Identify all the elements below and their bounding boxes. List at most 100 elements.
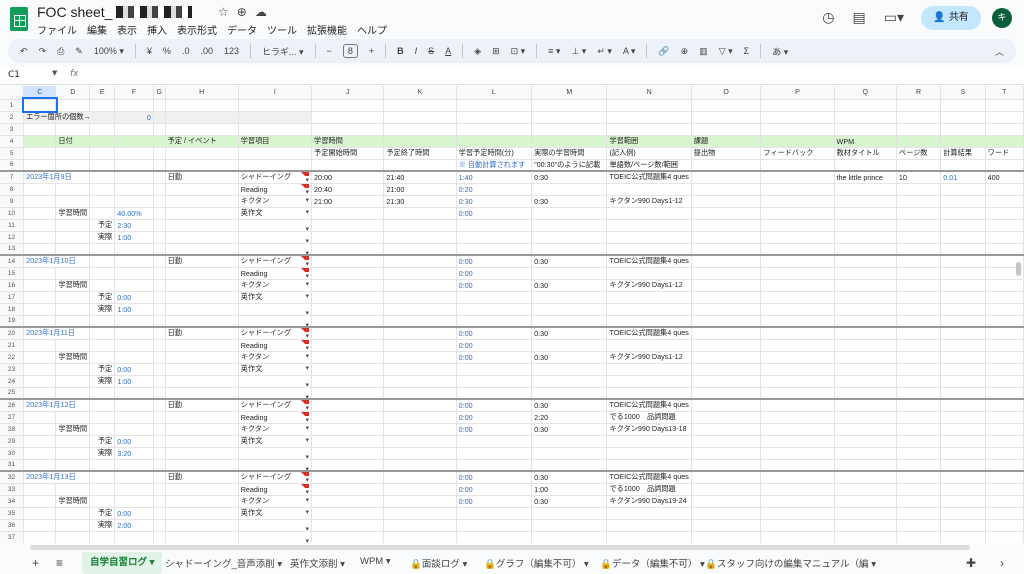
sheet-tab[interactable]: 🔒スタッフ向けの編集マニュアル（編 ▾ <box>705 556 876 570</box>
cell[interactable] <box>691 99 762 112</box>
cell[interactable] <box>985 219 1024 232</box>
row-header[interactable]: 18 <box>0 303 25 316</box>
cell[interactable] <box>311 483 385 496</box>
cell[interactable] <box>165 507 239 520</box>
sheet-tab[interactable]: 🔒データ（編集不可） ▾ <box>600 556 705 570</box>
cell[interactable] <box>456 243 533 256</box>
cell[interactable] <box>985 315 1024 328</box>
cell[interactable] <box>691 219 762 232</box>
cell[interactable]: TOEIC公式問題集4 ques <box>606 326 692 340</box>
cell[interactable]: 0:00 <box>456 326 533 340</box>
cell[interactable]: the little prince <box>834 170 897 184</box>
cell[interactable] <box>311 519 385 532</box>
cell[interactable] <box>55 147 91 160</box>
cell[interactable]: 0:00 <box>456 267 533 280</box>
cell[interactable] <box>531 375 608 388</box>
cell[interactable] <box>691 447 762 460</box>
cell[interactable] <box>153 435 166 448</box>
cell[interactable] <box>985 231 1024 244</box>
cell[interactable] <box>23 339 57 352</box>
cell[interactable] <box>21 97 58 113</box>
cell[interactable] <box>311 207 385 220</box>
cell[interactable]: 学習時間 <box>311 135 385 148</box>
cell[interactable] <box>834 267 897 280</box>
cell[interactable] <box>531 123 608 136</box>
cell[interactable] <box>89 159 116 172</box>
cell[interactable] <box>238 99 313 112</box>
cell[interactable] <box>896 519 942 532</box>
cell[interactable] <box>23 219 57 232</box>
cell[interactable] <box>383 315 457 328</box>
cell[interactable] <box>940 507 986 520</box>
cell[interactable] <box>834 231 897 244</box>
cell[interactable] <box>456 519 533 532</box>
row-header[interactable]: 13 <box>0 243 25 256</box>
cell[interactable] <box>23 195 57 208</box>
row-header[interactable]: 36 <box>0 519 25 532</box>
cell[interactable] <box>165 291 239 304</box>
cell[interactable] <box>311 470 385 484</box>
paint-format-icon[interactable]: ✎ <box>75 46 83 57</box>
star-icon[interactable]: ☆ <box>218 5 237 19</box>
sheet-tab[interactable]: WPM ▾ <box>360 556 391 567</box>
cell[interactable] <box>896 231 942 244</box>
cell[interactable] <box>153 99 166 112</box>
vertical-scrollbar[interactable] <box>1016 262 1021 276</box>
cell[interactable] <box>606 519 692 532</box>
cell[interactable]: 21:00 <box>383 183 457 196</box>
cell[interactable] <box>985 123 1024 136</box>
cell[interactable] <box>55 459 91 472</box>
cell[interactable]: 1:40 <box>456 170 533 184</box>
cell[interactable] <box>55 219 91 232</box>
cell[interactable] <box>760 111 835 124</box>
cell[interactable] <box>153 387 166 400</box>
cell[interactable] <box>896 315 942 328</box>
cell[interactable] <box>153 123 166 136</box>
cell[interactable] <box>834 219 897 232</box>
cell[interactable] <box>985 135 1024 148</box>
cell[interactable] <box>940 231 986 244</box>
functions-icon[interactable]: Σ <box>744 46 750 56</box>
cell[interactable]: 予定開始時間 <box>311 147 385 160</box>
cell[interactable]: 計算結果 <box>940 147 986 160</box>
cell[interactable]: WPM <box>834 135 897 148</box>
cell[interactable] <box>606 99 692 112</box>
cell[interactable] <box>760 207 835 220</box>
cell[interactable]: 実際の学習時間 <box>531 147 608 160</box>
cell[interactable] <box>940 135 986 148</box>
cell[interactable] <box>940 470 986 484</box>
cell[interactable] <box>165 303 239 316</box>
column-header[interactable]: G <box>153 86 166 100</box>
cell[interactable] <box>89 495 116 508</box>
cell[interactable] <box>531 243 608 256</box>
cell[interactable] <box>165 111 239 124</box>
cell[interactable]: 0:30 <box>531 195 608 208</box>
cell[interactable] <box>23 135 57 148</box>
menu-item[interactable]: データ <box>227 22 257 37</box>
cell[interactable] <box>985 435 1024 448</box>
cell[interactable] <box>691 111 762 124</box>
dropdown-cell[interactable]: シャドーイング <box>238 170 313 184</box>
cell[interactable]: でる1000 品詞問題 <box>606 411 692 424</box>
menu-item[interactable]: 表示形式 <box>177 22 217 37</box>
cell[interactable] <box>153 470 166 484</box>
avatar[interactable]: キ <box>992 8 1012 28</box>
history-icon[interactable]: ◷ <box>822 10 834 26</box>
dropdown-cell[interactable] <box>238 519 313 532</box>
cell[interactable] <box>311 291 385 304</box>
cell[interactable] <box>940 326 986 340</box>
cell[interactable] <box>55 411 91 424</box>
cell[interactable] <box>23 351 57 364</box>
row-header[interactable]: 12 <box>0 231 25 244</box>
cell[interactable] <box>153 291 166 304</box>
cell[interactable] <box>691 507 762 520</box>
cell[interactable] <box>606 243 692 256</box>
cell[interactable] <box>165 483 239 496</box>
cell[interactable] <box>23 507 57 520</box>
cell[interactable]: 0:30 <box>531 470 608 484</box>
cell[interactable] <box>760 339 835 352</box>
cell[interactable] <box>165 495 239 508</box>
sheet-tab[interactable]: 🔒面談ログ ▾ <box>410 556 467 570</box>
cell[interactable] <box>311 254 385 268</box>
cell[interactable] <box>531 531 608 543</box>
